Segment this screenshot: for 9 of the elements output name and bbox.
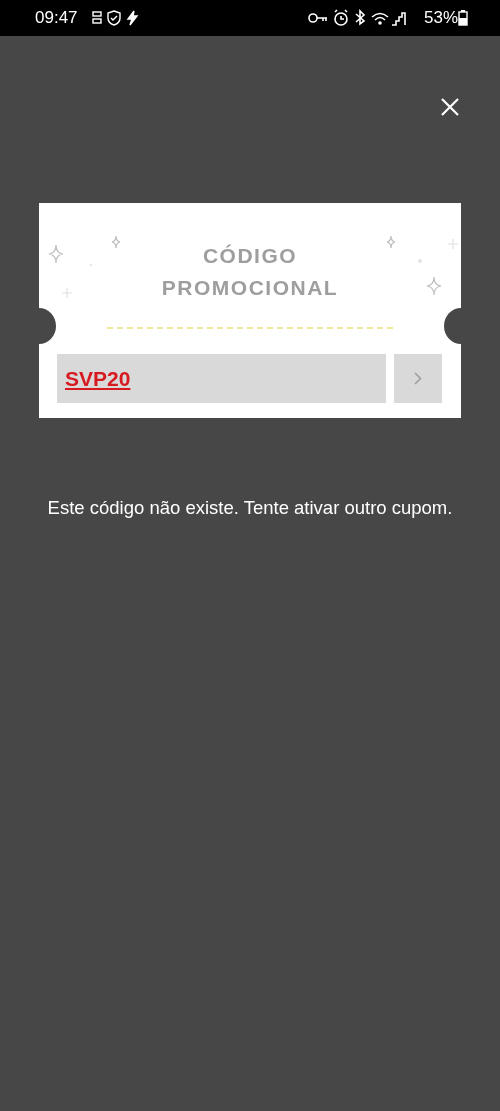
battery-icon <box>458 10 468 26</box>
status-time: 09:47 <box>35 7 78 30</box>
close-icon <box>439 95 461 118</box>
error-message: Este código não existe. Tente ativar outro cupom. <box>46 496 454 520</box>
chevron-right-icon <box>414 372 422 385</box>
coupon-title: CÓDIGO <box>201 243 299 269</box>
code-input-field[interactable]: SVP20 <box>57 354 386 403</box>
battery-percent: 53% <box>423 7 458 30</box>
coupon-title: PROMOCIONAL <box>160 275 340 301</box>
